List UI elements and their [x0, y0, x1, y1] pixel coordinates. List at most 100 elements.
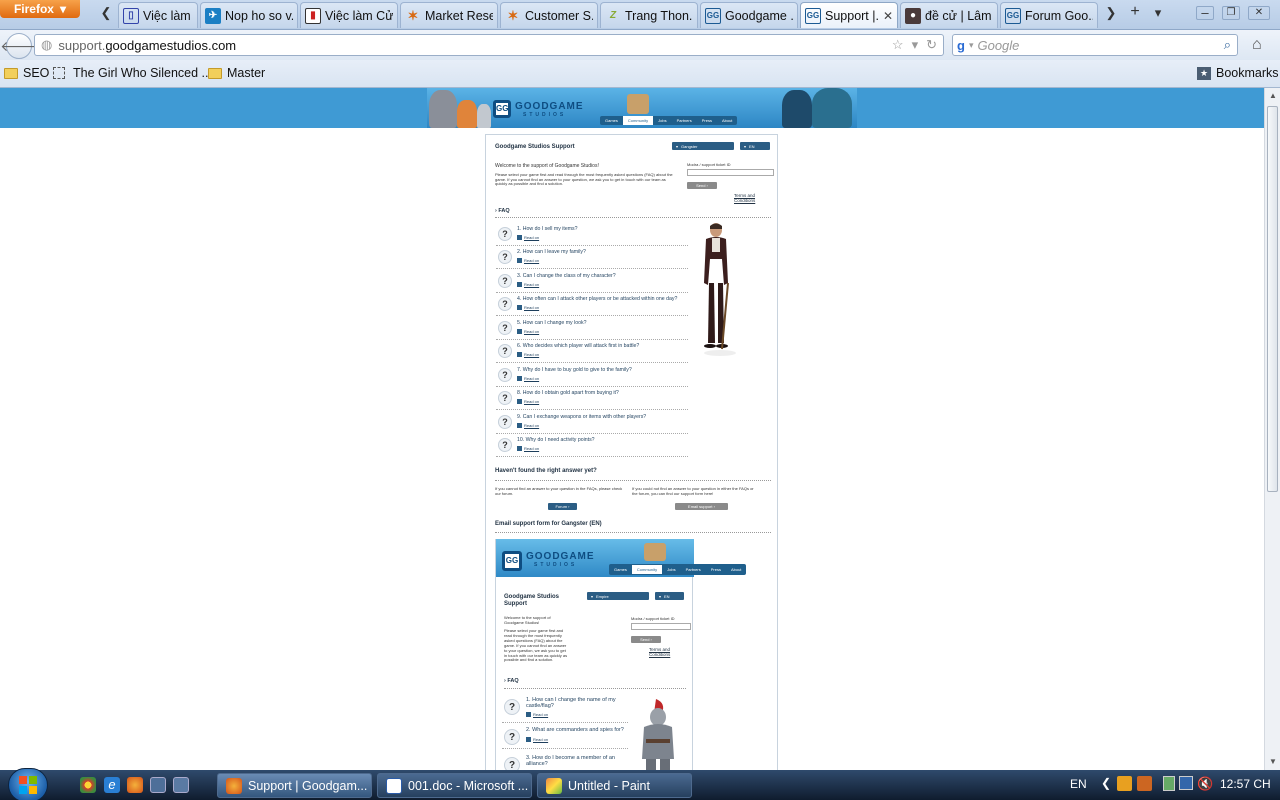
faq-question[interactable]: 2. What are commanders and spies for?: [526, 727, 626, 733]
read-on-link[interactable]: Read on: [517, 399, 539, 404]
bookmark-folder-master[interactable]: Master: [208, 66, 265, 80]
read-on-link[interactable]: Read on: [517, 352, 539, 357]
send-button[interactable]: Send ›: [687, 182, 717, 189]
tab[interactable]: ✈ Nop ho so v...: [200, 2, 298, 28]
history-dropdown-icon[interactable]: ▾: [912, 37, 919, 53]
nav-community[interactable]: Community: [622, 116, 654, 125]
nav-about[interactable]: About: [726, 565, 746, 574]
tab[interactable]: GG Goodgame ...: [700, 2, 798, 28]
bookmark-folder-seo[interactable]: SEO: [4, 66, 49, 80]
read-on-link[interactable]: Read on: [517, 446, 539, 451]
inner-ticket-input[interactable]: [631, 623, 691, 630]
internet-explorer-icon[interactable]: e: [104, 777, 120, 793]
faq-question[interactable]: 10. Why do I need activity points?: [517, 437, 595, 443]
tab[interactable]: ▮ Việc làm Cử...: [300, 2, 398, 28]
nav-about[interactable]: About: [717, 116, 737, 125]
faq-question[interactable]: 3. Can I change the class of my characte…: [517, 273, 616, 279]
nav-community[interactable]: Community: [631, 565, 663, 574]
read-on-link[interactable]: Read on: [526, 737, 548, 742]
faq-question[interactable]: 8. How do I obtain gold apart from buyin…: [517, 390, 619, 396]
taskbar-item-paint[interactable]: Untitled - Paint: [537, 773, 692, 798]
inner-send-button[interactable]: Send ›: [631, 636, 661, 643]
tab[interactable]: GG Forum Goo...: [1000, 2, 1098, 28]
close-tab-icon[interactable]: ✕: [883, 9, 893, 23]
tab-scroll-right-icon[interactable]: ❯: [1103, 5, 1119, 23]
tray-app-icon[interactable]: [1137, 776, 1152, 791]
vertical-scrollbar[interactable]: ▲ ▼: [1264, 88, 1280, 770]
firefox-menu-button[interactable]: Firefox ▾: [0, 0, 80, 18]
inner-game-select[interactable]: ▾ Empire: [587, 592, 649, 600]
search-bar[interactable]: g ▾ Google ⌕: [952, 34, 1238, 56]
close-window-icon[interactable]: ✕: [1248, 6, 1270, 20]
read-on-link[interactable]: Read on: [526, 712, 548, 717]
tab-active[interactable]: GG Support |... ✕: [800, 2, 898, 28]
faq-question[interactable]: 9. Can I exchange weapons or items with …: [517, 414, 646, 420]
restore-icon[interactable]: ❐: [1222, 6, 1240, 20]
minimize-icon[interactable]: –: [1196, 6, 1214, 20]
read-on-link[interactable]: Read on: [517, 423, 539, 428]
read-on-link[interactable]: Read on: [517, 258, 539, 263]
nav-press[interactable]: Press: [697, 116, 717, 125]
battery-icon[interactable]: [1163, 776, 1175, 791]
start-button[interactable]: [8, 768, 48, 800]
read-on-link[interactable]: Read on: [517, 282, 539, 287]
chrome-icon[interactable]: [80, 777, 96, 793]
firefox-icon[interactable]: [127, 777, 143, 793]
back-button[interactable]: 🡐: [0, 33, 38, 59]
reload-icon[interactable]: ↻: [926, 37, 937, 53]
tray-app-icon[interactable]: [1117, 776, 1132, 791]
nav-jobs[interactable]: Jobs: [662, 565, 680, 574]
taskbar-item-word[interactable]: 001.doc - Microsoft ...: [377, 773, 532, 798]
clock[interactable]: 12:57 CH: [1220, 777, 1271, 791]
email-support-button[interactable]: Email support ›: [675, 503, 728, 510]
read-on-link[interactable]: Read on: [517, 329, 539, 334]
faq-question[interactable]: 3. How do I become a member of an allian…: [526, 755, 626, 767]
language-indicator[interactable]: EN: [1070, 777, 1087, 791]
address-bar[interactable]: ◍ support.goodgamestudios.com ☆ ▾ ↻: [34, 34, 944, 56]
nav-games[interactable]: Games: [609, 565, 632, 574]
ticket-id-input[interactable]: [687, 169, 774, 176]
list-all-tabs-icon[interactable]: ▾: [1150, 5, 1166, 23]
network-icon[interactable]: [1179, 776, 1193, 790]
tab-scroll-left-icon[interactable]: ❮: [98, 5, 114, 23]
inner-language-select[interactable]: ▾ EN: [655, 592, 684, 600]
faq-question[interactable]: 5. How can I change my look?: [517, 320, 587, 326]
scroll-up-icon[interactable]: ▲: [1265, 88, 1280, 104]
bookmarks-menu-button[interactable]: ★ Bookmarks: [1197, 66, 1279, 80]
magnifier-icon[interactable]: ⌕: [1224, 37, 1231, 53]
computer-icon[interactable]: [150, 777, 166, 793]
inner-terms-link[interactable]: Terms and Conditions: [649, 647, 692, 657]
show-hidden-icons-icon[interactable]: ❮: [1101, 776, 1111, 790]
new-tab-icon[interactable]: +: [1127, 3, 1143, 21]
nav-partners[interactable]: Partners: [681, 565, 706, 574]
scroll-down-icon[interactable]: ▼: [1265, 754, 1280, 770]
tab[interactable]: ✶ Market Rese...: [400, 2, 498, 28]
switch-windows-icon[interactable]: [173, 777, 189, 793]
read-on-link[interactable]: Read on: [517, 235, 539, 240]
game-select[interactable]: ▾ Gangster: [672, 142, 734, 150]
read-on-link[interactable]: Read on: [517, 376, 539, 381]
tab[interactable]: ▯ Việc làm Ac...: [118, 2, 198, 28]
tab[interactable]: ● đề cử | Lâm ...: [900, 2, 998, 28]
terms-link[interactable]: Terms and Conditions: [734, 193, 777, 203]
faq-question[interactable]: 6. Who decides which player will attack …: [517, 343, 639, 349]
language-select[interactable]: ▾ EN: [740, 142, 770, 150]
forum-button[interactable]: Forum ›: [548, 503, 577, 510]
tab[interactable]: Z Trang Thon...: [600, 2, 698, 28]
nav-press[interactable]: Press: [706, 565, 726, 574]
bookmark-star-icon[interactable]: ☆: [892, 37, 904, 53]
taskbar-item-firefox[interactable]: Support | Goodgam...: [217, 773, 372, 798]
faq-question[interactable]: 1. How do I sell my items?: [517, 226, 578, 232]
nav-jobs[interactable]: Jobs: [653, 116, 671, 125]
faq-question[interactable]: 1. How can I change the name of my castl…: [526, 697, 626, 709]
scrollbar-thumb[interactable]: [1267, 106, 1278, 492]
volume-muted-icon[interactable]: 🔇: [1197, 776, 1213, 792]
faq-question[interactable]: 4. How often can I attack other players …: [517, 296, 677, 302]
faq-question[interactable]: 7. Why do I have to buy gold to give to …: [517, 367, 632, 373]
bookmark-girl-who-silenced[interactable]: The Girl Who Silenced ...: [53, 66, 212, 80]
nav-games[interactable]: Games: [600, 116, 623, 125]
tab[interactable]: ✶ Customer S...: [500, 2, 598, 28]
nav-partners[interactable]: Partners: [672, 116, 697, 125]
faq-question[interactable]: 2. How can I leave my family?: [517, 249, 586, 255]
search-input[interactable]: Google: [977, 38, 1019, 53]
